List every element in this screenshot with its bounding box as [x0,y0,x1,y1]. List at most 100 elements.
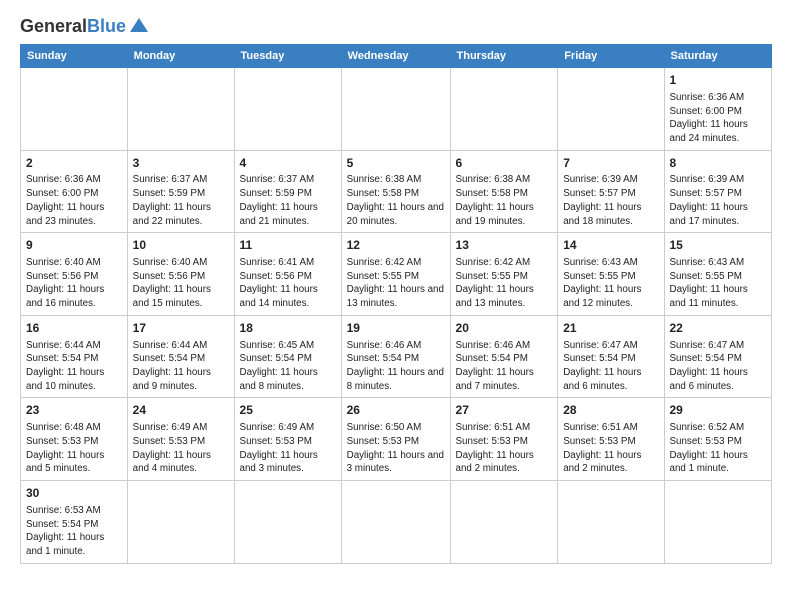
day-number: 4 [240,155,336,172]
calendar-cell: 5Sunrise: 6:38 AM Sunset: 5:58 PM Daylig… [341,150,450,233]
calendar-week-row: 30 Sunrise: 6:53 AM Sunset: 5:54 PM Dayli… [21,481,772,564]
header: GeneralBlue [20,16,772,36]
day-number: 29 [670,402,767,419]
day-info: Sunrise: 6:44 AM Sunset: 5:54 PM Dayligh… [133,339,229,394]
calendar-cell [341,481,450,564]
day-info: Sunrise: 6:41 AM Sunset: 5:56 PM Dayligh… [240,256,336,311]
calendar-cell [450,481,558,564]
weekday-header-sunday: Sunday [21,45,128,68]
calendar-cell: 9 Sunrise: 6:40 AM Sunset: 5:56 PM Daylig… [21,233,128,316]
day-info: Sunrise: 6:42 AM Sunset: 5:55 PM Dayligh… [347,256,445,311]
logo: GeneralBlue [20,16,150,36]
day-number: 8 [670,155,767,172]
day-info: Sunrise: 6:47 AM Sunset: 5:54 PM Dayligh… [670,339,767,394]
day-info: Sunrise: 6:39 AM Sunset: 5:57 PM Dayligh… [670,173,767,228]
calendar-cell [558,68,664,151]
calendar-cell: 8Sunrise: 6:39 AM Sunset: 5:57 PM Daylig… [664,150,772,233]
day-number: 20 [456,320,553,337]
day-number: 28 [563,402,658,419]
day-info: Sunrise: 6:52 AM Sunset: 5:53 PM Dayligh… [670,421,767,476]
calendar-header: SundayMondayTuesdayWednesdayThursdayFrid… [21,45,772,68]
day-info: Sunrise: 6:49 AM Sunset: 5:53 PM Dayligh… [240,421,336,476]
day-number: 6 [456,155,553,172]
calendar-cell: 21 Sunrise: 6:47 AM Sunset: 5:54 PM Dayli… [558,315,664,398]
calendar-cell: 6Sunrise: 6:38 AM Sunset: 5:58 PM Daylig… [450,150,558,233]
day-number: 12 [347,237,445,254]
day-number: 18 [240,320,336,337]
day-number: 3 [133,155,229,172]
day-info: Sunrise: 6:40 AM Sunset: 5:56 PM Dayligh… [133,256,229,311]
day-info: Sunrise: 6:50 AM Sunset: 5:53 PM Dayligh… [347,421,445,476]
weekday-header-thursday: Thursday [450,45,558,68]
day-number: 21 [563,320,658,337]
calendar-cell: 23Sunrise: 6:48 AM Sunset: 5:53 PM Dayli… [21,398,128,481]
calendar-cell: 7Sunrise: 6:39 AM Sunset: 5:57 PM Daylig… [558,150,664,233]
day-number: 14 [563,237,658,254]
day-number: 2 [26,155,122,172]
day-info: Sunrise: 6:36 AM Sunset: 6:00 PM Dayligh… [26,173,122,228]
calendar-cell: 30 Sunrise: 6:53 AM Sunset: 5:54 PM Dayli… [21,481,128,564]
day-number: 16 [26,320,122,337]
calendar-cell: 19Sunrise: 6:46 AM Sunset: 5:54 PM Dayli… [341,315,450,398]
day-info: Sunrise: 6:46 AM Sunset: 5:54 PM Dayligh… [347,339,445,394]
calendar-cell: 18 Sunrise: 6:45 AM Sunset: 5:54 PM Dayli… [234,315,341,398]
calendar-cell: 14Sunrise: 6:43 AM Sunset: 5:55 PM Dayli… [558,233,664,316]
day-info: Sunrise: 6:53 AM Sunset: 5:54 PM Dayligh… [26,504,122,559]
calendar-week-row: 16 Sunrise: 6:44 AM Sunset: 5:54 PM Dayli… [21,315,772,398]
calendar-cell: 13Sunrise: 6:42 AM Sunset: 5:55 PM Dayli… [450,233,558,316]
day-info: Sunrise: 6:47 AM Sunset: 5:54 PM Dayligh… [563,339,658,394]
calendar-cell [234,68,341,151]
calendar-cell: 1 Sunrise: 6:36 AM Sunset: 6:00 PM Daylig… [664,68,772,151]
day-number: 26 [347,402,445,419]
calendar-cell: 24 Sunrise: 6:49 AM Sunset: 5:53 PM Dayli… [127,398,234,481]
weekday-header-monday: Monday [127,45,234,68]
calendar-cell: 15Sunrise: 6:43 AM Sunset: 5:55 PM Dayli… [664,233,772,316]
day-info: Sunrise: 6:39 AM Sunset: 5:57 PM Dayligh… [563,173,658,228]
calendar-cell [127,481,234,564]
calendar-cell [234,481,341,564]
calendar: SundayMondayTuesdayWednesdayThursdayFrid… [20,44,772,564]
day-number: 10 [133,237,229,254]
day-info: Sunrise: 6:37 AM Sunset: 5:59 PM Dayligh… [133,173,229,228]
calendar-cell [558,481,664,564]
calendar-cell [21,68,128,151]
day-number: 24 [133,402,229,419]
day-info: Sunrise: 6:45 AM Sunset: 5:54 PM Dayligh… [240,339,336,394]
calendar-week-row: 23Sunrise: 6:48 AM Sunset: 5:53 PM Dayli… [21,398,772,481]
calendar-cell: 11 Sunrise: 6:41 AM Sunset: 5:56 PM Dayli… [234,233,341,316]
calendar-week-row: 9 Sunrise: 6:40 AM Sunset: 5:56 PM Daylig… [21,233,772,316]
day-number: 30 [26,485,122,502]
weekday-header-saturday: Saturday [664,45,772,68]
day-number: 11 [240,237,336,254]
calendar-cell: 12 Sunrise: 6:42 AM Sunset: 5:55 PM Dayli… [341,233,450,316]
calendar-cell [450,68,558,151]
day-number: 5 [347,155,445,172]
weekday-header-friday: Friday [558,45,664,68]
calendar-cell: 26 Sunrise: 6:50 AM Sunset: 5:53 PM Dayli… [341,398,450,481]
calendar-body: 1 Sunrise: 6:36 AM Sunset: 6:00 PM Daylig… [21,68,772,564]
day-info: Sunrise: 6:46 AM Sunset: 5:54 PM Dayligh… [456,339,553,394]
calendar-cell: 3Sunrise: 6:37 AM Sunset: 5:59 PM Daylig… [127,150,234,233]
day-info: Sunrise: 6:38 AM Sunset: 5:58 PM Dayligh… [456,173,553,228]
calendar-cell: 20 Sunrise: 6:46 AM Sunset: 5:54 PM Dayli… [450,315,558,398]
day-info: Sunrise: 6:44 AM Sunset: 5:54 PM Dayligh… [26,339,122,394]
day-number: 17 [133,320,229,337]
day-info: Sunrise: 6:40 AM Sunset: 5:56 PM Dayligh… [26,256,122,311]
day-number: 1 [670,72,767,89]
day-info: Sunrise: 6:49 AM Sunset: 5:53 PM Dayligh… [133,421,229,476]
calendar-cell [664,481,772,564]
day-number: 9 [26,237,122,254]
day-number: 13 [456,237,553,254]
calendar-week-row: 1 Sunrise: 6:36 AM Sunset: 6:00 PM Daylig… [21,68,772,151]
day-info: Sunrise: 6:36 AM Sunset: 6:00 PM Dayligh… [670,91,767,146]
day-number: 25 [240,402,336,419]
calendar-cell: 10 Sunrise: 6:40 AM Sunset: 5:56 PM Dayli… [127,233,234,316]
calendar-week-row: 2Sunrise: 6:36 AM Sunset: 6:00 PM Daylig… [21,150,772,233]
calendar-cell [127,68,234,151]
day-info: Sunrise: 6:43 AM Sunset: 5:55 PM Dayligh… [670,256,767,311]
calendar-cell: 4Sunrise: 6:37 AM Sunset: 5:59 PM Daylig… [234,150,341,233]
weekday-header-row: SundayMondayTuesdayWednesdayThursdayFrid… [21,45,772,68]
logo-text: GeneralBlue [20,17,126,35]
day-number: 23 [26,402,122,419]
weekday-header-tuesday: Tuesday [234,45,341,68]
